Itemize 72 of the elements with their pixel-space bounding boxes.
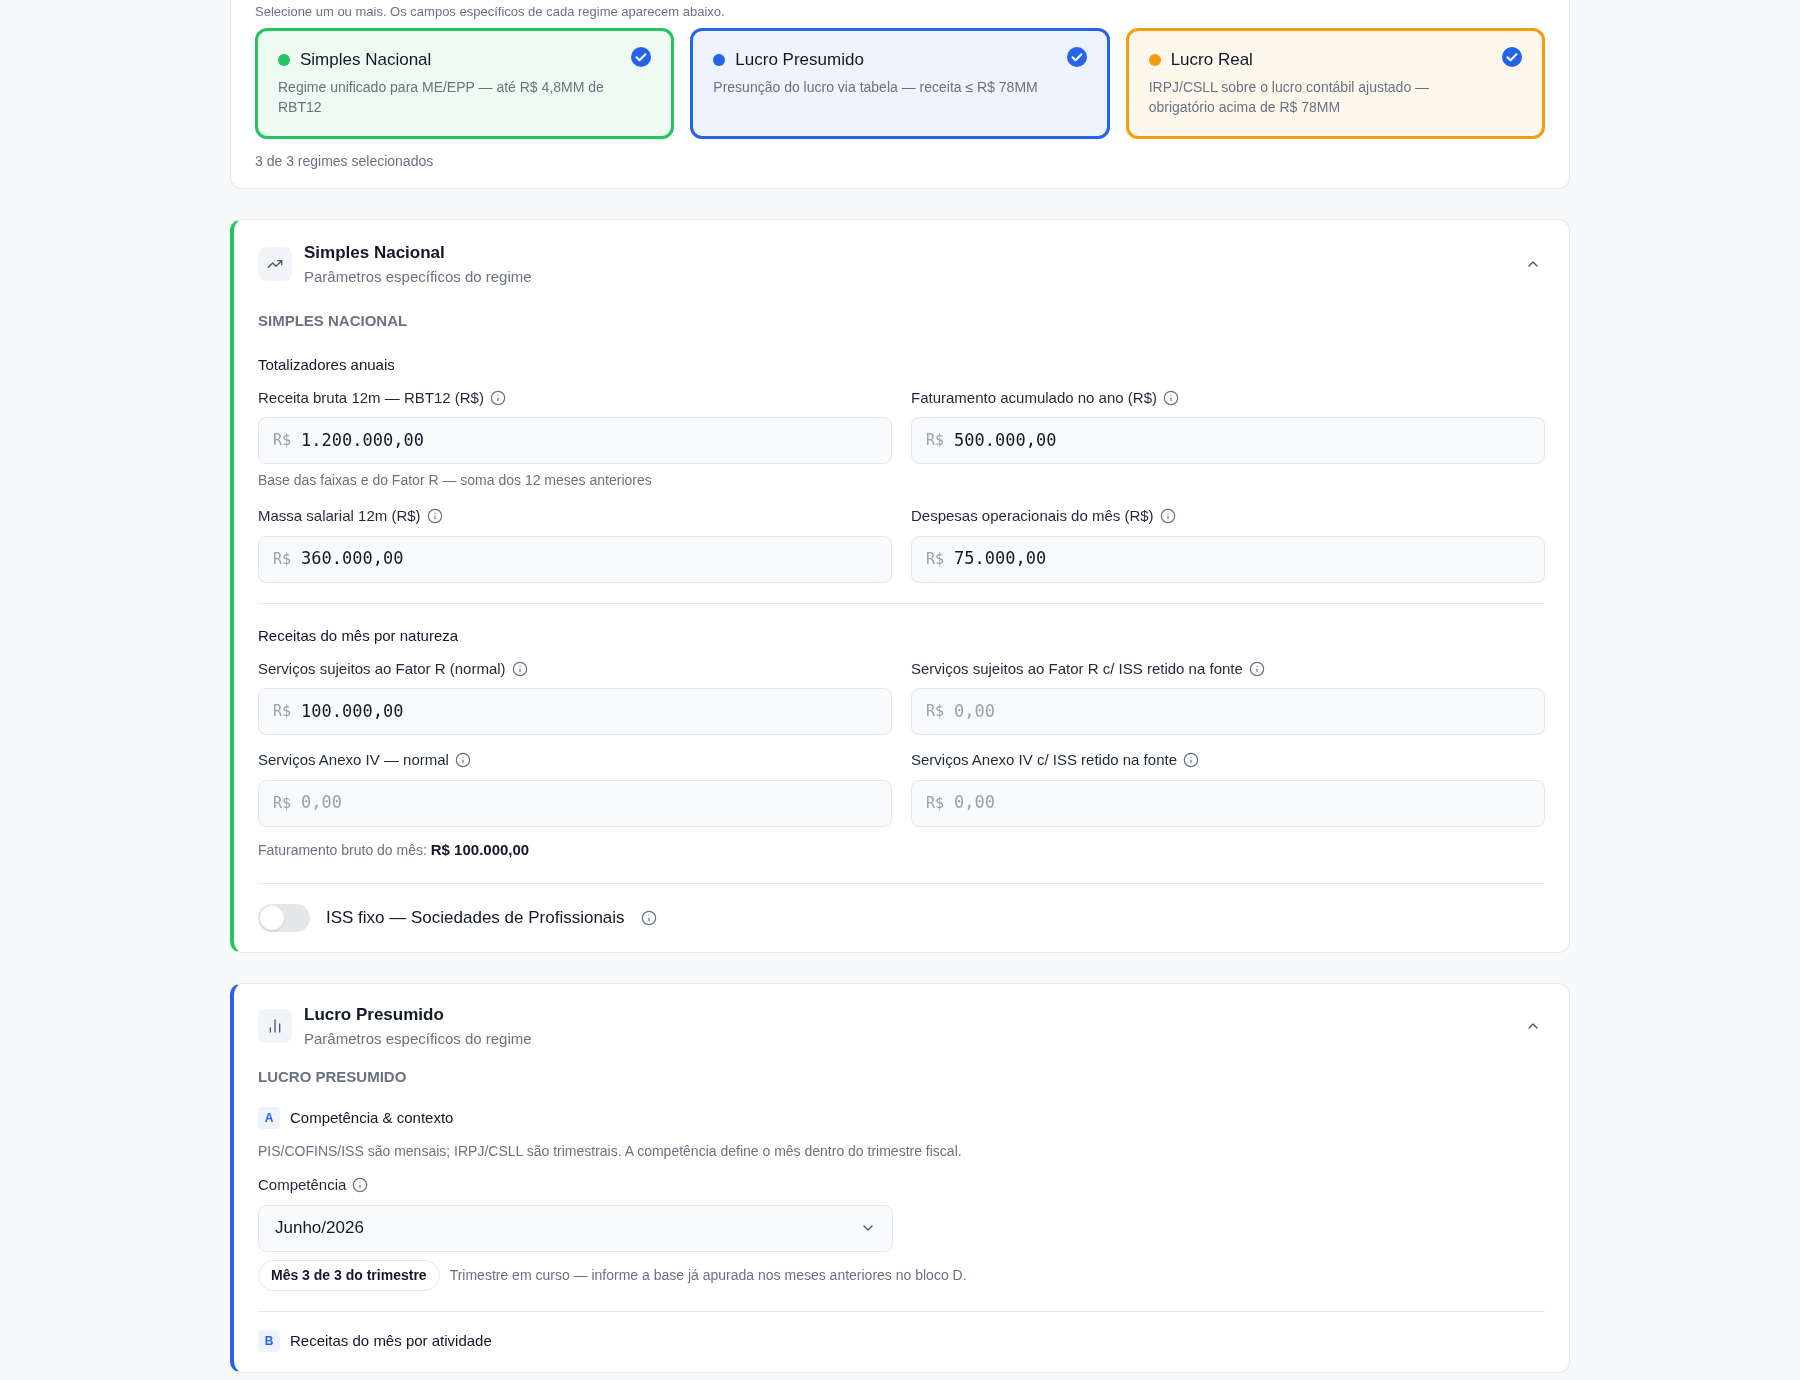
- info-icon[interactable]: [489, 389, 506, 406]
- regime-description: Regime unificado para ME/EPP — até R$ 4,8MM de RBT12: [278, 77, 605, 117]
- input-value: 75.000,00: [954, 547, 1047, 571]
- step-letter: B: [258, 1329, 280, 1352]
- monthly-total: Faturamento bruto do mês: R$ 100.000,00: [258, 839, 531, 860]
- group-title: Receitas do mês por natureza: [258, 626, 459, 644]
- currency-input[interactable]: R$ 360.000,00: [258, 535, 892, 583]
- info-icon[interactable]: [640, 910, 657, 926]
- regime-name: Lucro Presumido: [735, 49, 864, 71]
- field-label: Serviços Anexo IV c/ ISS retido na fonte: [911, 750, 1177, 770]
- field-label: Despesas operacionais do mês (R$): [911, 506, 1154, 526]
- currency-prefix: R$: [926, 548, 945, 570]
- field-label: Serviços sujeitos ao Fator R c/ ISS retido na fonte: [911, 658, 1243, 679]
- section-title: Lucro Presumido: [304, 1004, 445, 1026]
- section-subtitle: Parâmetros específicos do regime: [304, 266, 533, 287]
- info-icon[interactable]: [426, 508, 443, 525]
- step-letter: A: [258, 1106, 280, 1129]
- input-placeholder: 0,00: [301, 791, 342, 815]
- currency-prefix: R$: [926, 701, 945, 723]
- regime-hint: Selecione um ou mais. Os campos específicos de cada regime aparecem abaixo.: [255, 3, 726, 20]
- section-title: Simples Nacional: [304, 242, 446, 264]
- currency-prefix: R$: [273, 548, 292, 570]
- info-icon[interactable]: [1159, 508, 1176, 525]
- currency-input[interactable]: R$ 100.000,00: [258, 688, 892, 735]
- currency-prefix: R$: [926, 792, 945, 814]
- iss-toggle[interactable]: [258, 904, 310, 932]
- regime-description: IRPJ/CSLL sobre o lucro contábil ajustado — obrigatório acima de R$ 78MM: [1148, 77, 1431, 117]
- info-icon[interactable]: [1248, 660, 1265, 677]
- field-label: Receita bruta 12m — RBT12 (R$): [258, 387, 484, 408]
- currency-prefix: R$: [273, 701, 292, 723]
- regime-description: Presunção do lucro via tabela — receita ≤ R$ 78MM: [713, 77, 1039, 97]
- regime-name: Lucro Real: [1170, 49, 1253, 71]
- regime-card[interactable]: Lucro Presumido Presunção do lucro via tabela — receita ≤ R$ 78MM: [690, 28, 1110, 139]
- info-icon[interactable]: [511, 660, 528, 677]
- step-title: Competência & contexto: [290, 1107, 454, 1128]
- input-placeholder: 0,00: [954, 699, 995, 723]
- section-heading: SIMPLES NACIONAL: [258, 311, 409, 331]
- input-value: 100.000,00: [301, 699, 404, 723]
- toggle-label: ISS fixo — Sociedades de Profissionais: [326, 907, 625, 930]
- step-note: PIS/COFINS/ISS são mensais; IRPJ/CSLL são trimestrais. A competência define o mês dentro do trimestre fiscal.: [258, 1142, 963, 1161]
- currency-prefix: R$: [273, 792, 292, 814]
- group-title: Totalizadores anuais: [258, 355, 395, 373]
- info-icon[interactable]: [1183, 752, 1199, 769]
- regime-card[interactable]: Lucro Real IRPJ/CSLL sobre o lucro contábil ajustado — obrigatório acima de R$ 78MM: [1125, 28, 1545, 139]
- currency-prefix: R$: [273, 430, 292, 452]
- info-icon[interactable]: [352, 1177, 369, 1194]
- currency-input[interactable]: R$ 1.200.000,00: [258, 417, 892, 464]
- regime-name: Simples Nacional: [300, 49, 432, 71]
- field-label: Massa salarial 12m (R$): [258, 506, 421, 526]
- regime-card[interactable]: Simples Nacional Regime unificado para ME/EPP — até R$ 4,8MM de RBT12: [255, 28, 675, 139]
- bar-chart-icon: [258, 1009, 292, 1043]
- field-help: Base das faixas e do Fator R — soma dos 12 meses anteriores: [258, 471, 653, 490]
- currency-input[interactable]: R$ 500.000,00: [911, 417, 1545, 464]
- section-heading: LUCRO PRESUMIDO: [258, 1067, 408, 1087]
- currency-prefix: R$: [926, 430, 945, 452]
- input-value: 360.000,00: [301, 547, 404, 571]
- input-value: 1.200.000,00: [301, 428, 424, 452]
- input-placeholder: 0,00: [954, 791, 995, 815]
- currency-input[interactable]: R$ 75.000,00: [911, 535, 1545, 583]
- trend-icon: [258, 247, 292, 281]
- field-label: Serviços sujeitos ao Fator R (normal): [258, 658, 506, 679]
- step-title: Receitas do mês por atividade: [290, 1330, 492, 1351]
- field-label: Competência: [258, 1175, 347, 1195]
- badge-note: Trimestre em curso — informe a base já apurada nos meses anteriores no bloco D.: [449, 1265, 967, 1285]
- section-subtitle: Parâmetros específicos do regime: [304, 1028, 533, 1049]
- month-select[interactable]: Junho/2026: [258, 1204, 893, 1252]
- input-value: 500.000,00: [954, 428, 1057, 452]
- info-icon[interactable]: [454, 752, 471, 769]
- field-label: Serviços Anexo IV — normal: [258, 750, 449, 770]
- field-label: Faturamento acumulado no ano (R$): [911, 387, 1157, 408]
- info-icon[interactable]: [1163, 389, 1179, 406]
- selection-count: 3 de 3 regimes selecionados: [255, 152, 435, 171]
